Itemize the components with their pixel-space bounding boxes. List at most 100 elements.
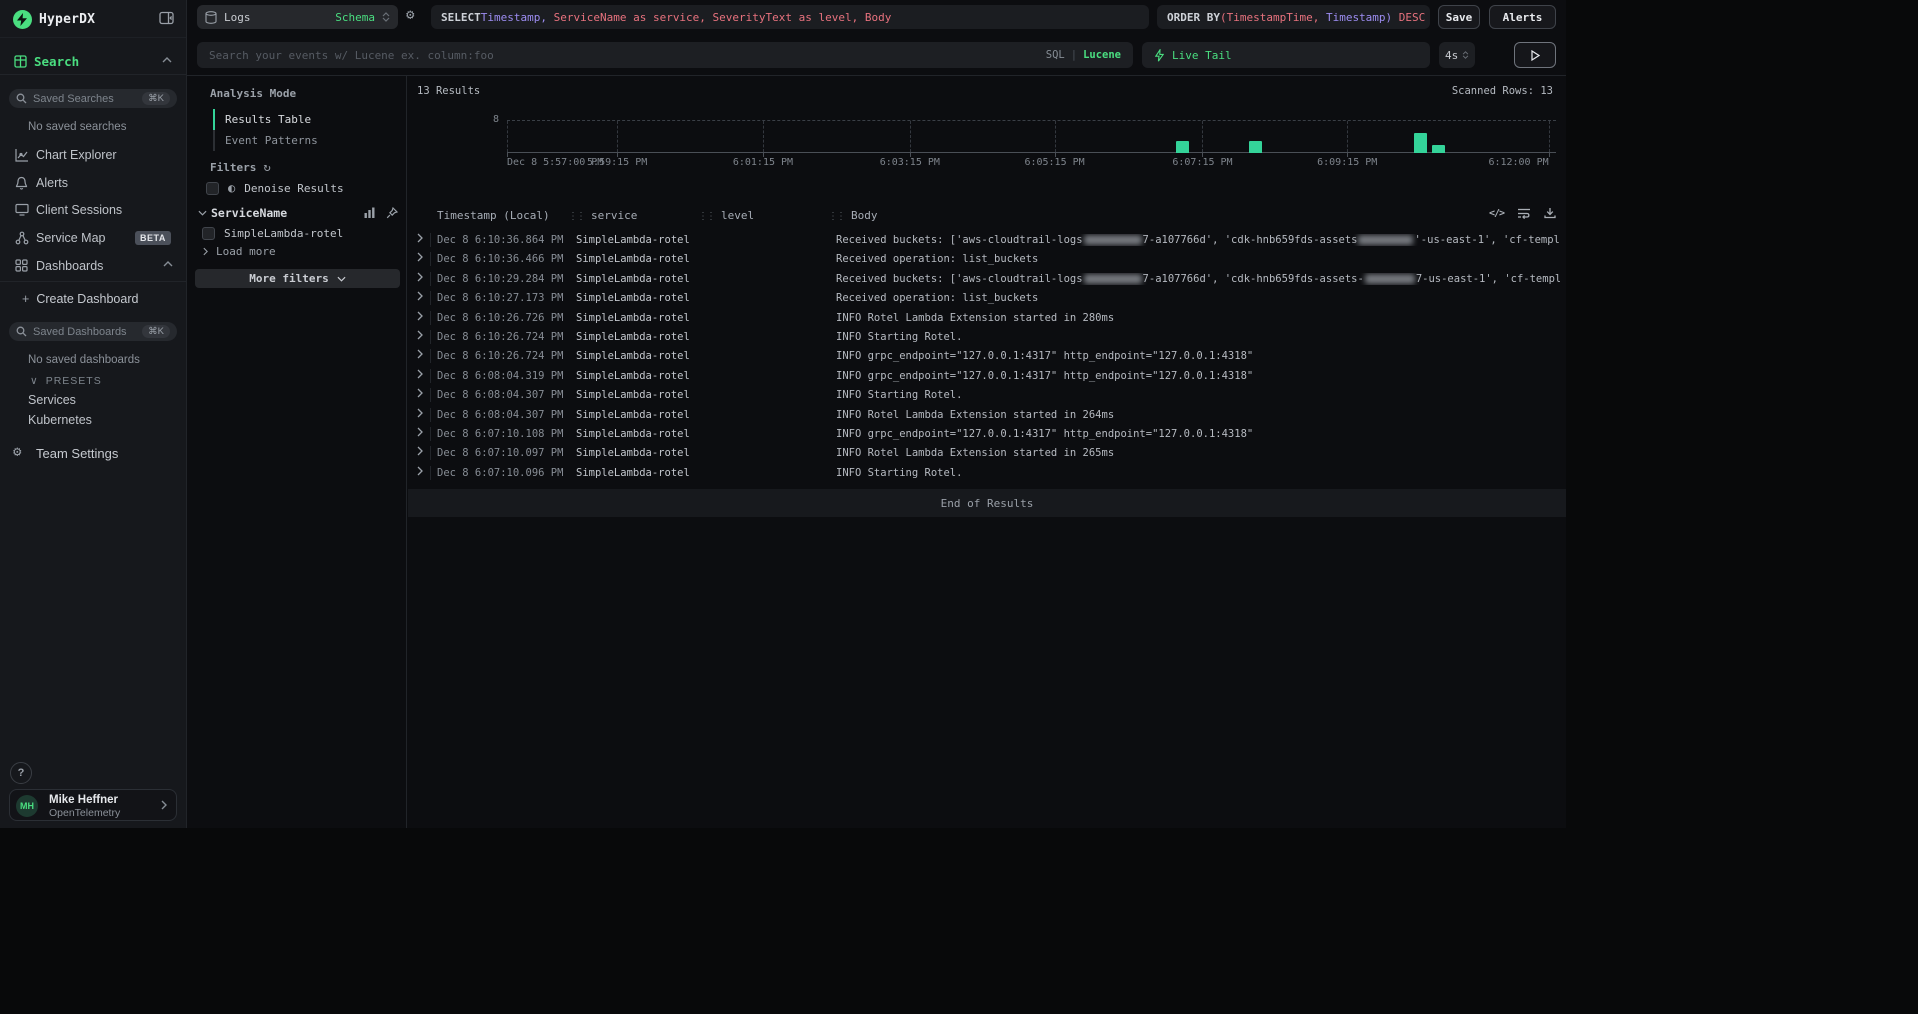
log-row[interactable]: Dec 8 6:10:29.284 PMSimpleLambda-rotelRe… xyxy=(408,270,1566,289)
row-expand-chevron-icon[interactable] xyxy=(417,408,423,418)
row-expand-chevron-icon[interactable] xyxy=(417,466,423,476)
cell-body: INFO grpc_endpoint="127.0.0.1:4317" http… xyxy=(836,428,1560,440)
column-separator xyxy=(430,427,431,441)
chevron-up-icon[interactable] xyxy=(162,57,172,63)
row-expand-chevron-icon[interactable] xyxy=(417,349,423,359)
column-header-body[interactable]: ⋮⋮Body xyxy=(828,209,878,222)
more-filters-button[interactable]: More filters xyxy=(195,269,400,288)
log-row[interactable]: Dec 8 6:08:04.319 PMSimpleLambda-rotelIN… xyxy=(408,367,1566,386)
create-dashboard-button[interactable]: +Create Dashboard xyxy=(22,292,138,306)
denoise-checkbox[interactable] xyxy=(206,182,219,195)
refresh-interval-stepper[interactable]: 4s xyxy=(1439,42,1475,68)
cell-body: INFO Rotel Lambda Extension started in 2… xyxy=(836,409,1560,421)
drag-handle-icon[interactable]: ⋮⋮ xyxy=(828,211,844,222)
load-more-button[interactable]: Load more xyxy=(203,245,276,258)
bar-chart-icon[interactable] xyxy=(364,207,376,218)
row-expand-chevron-icon[interactable] xyxy=(417,427,423,437)
row-expand-chevron-icon[interactable] xyxy=(417,330,423,340)
facet-servicename-header[interactable]: ServiceName xyxy=(198,206,398,220)
collapse-sidebar-icon[interactable] xyxy=(159,11,174,25)
log-row[interactable]: Dec 8 6:07:10.096 PMSimpleLambda-rotelIN… xyxy=(408,464,1566,483)
analysis-option-results-table[interactable]: Results Table xyxy=(213,109,383,130)
log-row[interactable]: Dec 8 6:07:10.097 PMSimpleLambda-rotelIN… xyxy=(408,444,1566,463)
row-expand-chevron-icon[interactable] xyxy=(417,446,423,456)
schema-link[interactable]: Schema xyxy=(335,11,375,24)
row-expand-chevron-icon[interactable] xyxy=(417,369,423,379)
chart-bar[interactable] xyxy=(1432,145,1445,153)
drag-handle-icon[interactable]: ⋮⋮ xyxy=(698,211,714,222)
chart-bar[interactable] xyxy=(1176,141,1189,153)
row-expand-chevron-icon[interactable] xyxy=(417,291,423,301)
vertical-gridline xyxy=(910,121,911,152)
analysis-option-event-patterns[interactable]: Event Patterns xyxy=(213,130,383,151)
pin-icon[interactable] xyxy=(386,207,398,219)
no-saved-searches-text: No saved searches xyxy=(28,121,126,133)
column-header-timestamp[interactable]: Timestamp (Local) xyxy=(437,209,550,222)
order-by-input[interactable]: ORDER BY (TimestampTime, Timestamp) DESC xyxy=(1157,5,1430,29)
user-org: OpenTelemetry xyxy=(49,807,120,819)
column-header-level[interactable]: ⋮⋮level xyxy=(698,209,754,222)
sidebar-item-service-map[interactable]: Service Map BETA xyxy=(0,224,187,252)
cell-service: SimpleLambda-rotel xyxy=(576,292,690,304)
row-expand-chevron-icon[interactable] xyxy=(417,233,423,243)
sidebar-item-alerts[interactable]: Alerts xyxy=(0,169,187,197)
sidebar-item-kubernetes[interactable]: Kubernetes xyxy=(28,413,92,427)
log-row[interactable]: Dec 8 6:10:26.726 PMSimpleLambda-rotelIN… xyxy=(408,309,1566,328)
user-name: Mike Heffner xyxy=(49,794,118,806)
play-button[interactable] xyxy=(1514,42,1556,68)
chevron-up-icon[interactable] xyxy=(163,261,173,267)
row-expand-chevron-icon[interactable] xyxy=(417,272,423,282)
log-row[interactable]: Dec 8 6:10:26.724 PMSimpleLambda-rotelIN… xyxy=(408,347,1566,366)
help-button[interactable]: ? xyxy=(10,762,32,784)
vertical-gridline xyxy=(1347,121,1348,152)
row-expand-chevron-icon[interactable] xyxy=(417,311,423,321)
live-tail-label: Live Tail xyxy=(1172,49,1232,62)
sidebar-item-label: Client Sessions xyxy=(36,203,122,217)
user-profile-card[interactable]: MH Mike Heffner OpenTelemetry xyxy=(9,789,177,821)
sidebar-item-team-settings[interactable]: ⚙ Team Settings xyxy=(0,440,187,466)
sidebar-item-dashboards[interactable]: Dashboards xyxy=(0,252,187,280)
saved-dashboards-input[interactable]: Saved Dashboards ⌘K xyxy=(9,322,177,341)
app-title: HyperDX xyxy=(39,12,95,27)
log-row[interactable]: Dec 8 6:08:04.307 PMSimpleLambda-rotelIN… xyxy=(408,386,1566,405)
log-row[interactable]: Dec 8 6:08:04.307 PMSimpleLambda-rotelIN… xyxy=(408,406,1566,425)
source-selector[interactable]: Logs Schema xyxy=(197,5,398,29)
chart-bar[interactable] xyxy=(1414,133,1427,153)
sidebar-item-search[interactable]: Search xyxy=(0,50,186,74)
cell-body: Received operation: list_buckets xyxy=(836,292,1560,304)
row-expand-chevron-icon[interactable] xyxy=(417,388,423,398)
column-header-service[interactable]: ⋮⋮service xyxy=(568,209,637,222)
vertical-gridline xyxy=(763,121,764,152)
stepper-chevrons-icon[interactable] xyxy=(1462,51,1469,59)
log-row[interactable]: Dec 8 6:10:36.466 PMSimpleLambda-rotelRe… xyxy=(408,250,1566,269)
save-button[interactable]: Save xyxy=(1438,5,1480,29)
chart-bar[interactable] xyxy=(1249,141,1262,153)
facet-value-checkbox[interactable] xyxy=(202,227,215,240)
log-row[interactable]: Dec 8 6:07:10.108 PMSimpleLambda-rotelIN… xyxy=(408,425,1566,444)
log-row[interactable]: Dec 8 6:10:27.173 PMSimpleLambda-rotelRe… xyxy=(408,289,1566,308)
live-tail-button[interactable]: Live Tail xyxy=(1142,42,1430,68)
facet-value-row: SimpleLambda-rotel xyxy=(202,227,343,240)
language-toggle-sql[interactable]: SQL xyxy=(1046,49,1065,61)
sidebar-item-services[interactable]: Services xyxy=(28,393,76,407)
refresh-icon[interactable]: ↻ xyxy=(263,160,270,174)
language-toggle-lucene[interactable]: Lucene xyxy=(1083,49,1121,61)
sidebar-item-chart-explorer[interactable]: Chart Explorer xyxy=(0,141,187,169)
search-input[interactable]: Search your events w/ Lucene ex. column:… xyxy=(197,42,1133,68)
sidebar-item-client-sessions[interactable]: Client Sessions xyxy=(0,196,187,224)
select-chevrons-icon[interactable] xyxy=(382,12,390,22)
cell-timestamp: Dec 8 6:10:36.864 PM xyxy=(437,234,563,246)
analysis-mode-title: Analysis Mode xyxy=(210,87,296,100)
log-row[interactable]: Dec 8 6:10:36.864 PMSimpleLambda-rotelRe… xyxy=(408,231,1566,250)
log-row[interactable]: Dec 8 6:10:26.724 PMSimpleLambda-rotelIN… xyxy=(408,328,1566,347)
end-of-results: End of Results xyxy=(408,489,1566,517)
column-separator xyxy=(430,330,431,344)
saved-searches-input[interactable]: Saved Searches ⌘K xyxy=(9,89,177,108)
drag-handle-icon[interactable]: ⋮⋮ xyxy=(568,211,584,222)
row-expand-chevron-icon[interactable] xyxy=(417,252,423,262)
alerts-button[interactable]: Alerts xyxy=(1489,5,1556,29)
team-settings-label: Team Settings xyxy=(36,446,118,461)
presets-section[interactable]: ∨PRESETS xyxy=(30,375,102,387)
source-settings-gear-icon[interactable]: ⚙ xyxy=(406,8,414,22)
select-query-input[interactable]: SELECT Timestamp, ServiceName as service… xyxy=(431,5,1149,29)
